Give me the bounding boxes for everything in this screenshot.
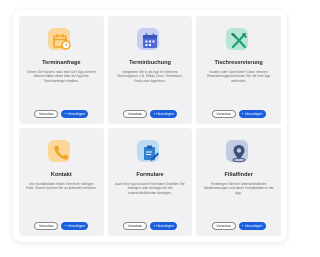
feature-grid: Terminanfrage Geben Sie Kunden nach eine… <box>19 16 281 236</box>
card-actions: Vorschau + Hinzufügen <box>122 110 177 118</box>
card-title: Filialfinder <box>224 172 253 178</box>
add-button[interactable]: + Hinzufügen <box>61 222 89 230</box>
add-button[interactable]: + Hinzufügen <box>61 110 89 118</box>
map-pin-icon <box>225 140 252 166</box>
preview-button[interactable]: Vorschau <box>211 222 236 230</box>
clipboard-edit-icon <box>136 140 163 166</box>
feature-card-terminbuchung: Terminbuchung Integrieren Sie in die App… <box>107 16 193 124</box>
card-actions: Vorschau + Hinzufügen <box>211 222 266 230</box>
card-title: Kontakt <box>50 172 72 178</box>
preview-button[interactable]: Vorschau <box>211 110 236 118</box>
preview-button[interactable]: Vorschau <box>122 110 147 118</box>
add-button[interactable]: + Hinzufügen <box>238 110 266 118</box>
feature-card-terminanfrage: Terminanfrage Geben Sie Kunden nach eine… <box>19 16 104 124</box>
card-actions: Vorschau + Hinzufügen <box>34 222 89 230</box>
preview-button[interactable]: Vorschau <box>122 222 147 230</box>
add-button[interactable]: + Hinzufügen <box>238 222 266 230</box>
card-description: Auch eine App braucht Formulare! Erstell… <box>115 182 185 195</box>
card-title: Formulare <box>136 172 164 178</box>
card-title: Terminanfrage <box>42 60 81 66</box>
card-actions: Vorschau + Hinzufügen <box>34 110 89 118</box>
feature-card-tischreservierung: Tischreservierung Nutzen oder OpenTable?… <box>196 16 281 124</box>
card-title: Terminbuchung <box>129 60 171 66</box>
card-description: Hinterlegen Sie Ihre unterschiedlichen N… <box>203 182 274 195</box>
card-description: Geben Sie Kunden nach eine DaY App-Kreir… <box>26 70 96 83</box>
calendar-clock-icon <box>48 28 74 54</box>
feature-card-formulare: Formulare Auch eine App braucht Formular… <box>107 128 193 236</box>
phone-icon <box>48 140 74 166</box>
add-button[interactable]: + Hinzufügen <box>149 110 177 118</box>
calendar-icon <box>136 28 163 54</box>
card-description: Ihre Kontaktdaten finden Ihre ihren rich… <box>25 182 97 191</box>
card-title: Tischreservierung <box>214 60 263 66</box>
feature-card-kontakt: Kontakt Ihre Kontaktdaten finden Ihre ih… <box>19 128 104 236</box>
card-actions: Vorschau + Hinzufügen <box>211 110 266 118</box>
feature-card-filialfinder: Filialfinder Hinterlegen Sie Ihre unters… <box>196 128 281 236</box>
fork-knife-icon <box>225 28 252 54</box>
preview-button[interactable]: Vorschau <box>34 110 59 118</box>
card-description: Nutzen oder OpenTable? Dann nehmen Reser… <box>206 70 271 83</box>
preview-button[interactable]: Vorschau <box>34 222 59 230</box>
add-button[interactable]: + Hinzufügen <box>149 222 177 230</box>
card-actions: Vorschau + Hinzufügen <box>122 222 177 230</box>
card-description: Integrieren Sie in die App Ihr externes … <box>117 70 183 83</box>
feature-catalog-panel: Terminanfrage Geben Sie Kunden nach eine… <box>13 10 287 242</box>
